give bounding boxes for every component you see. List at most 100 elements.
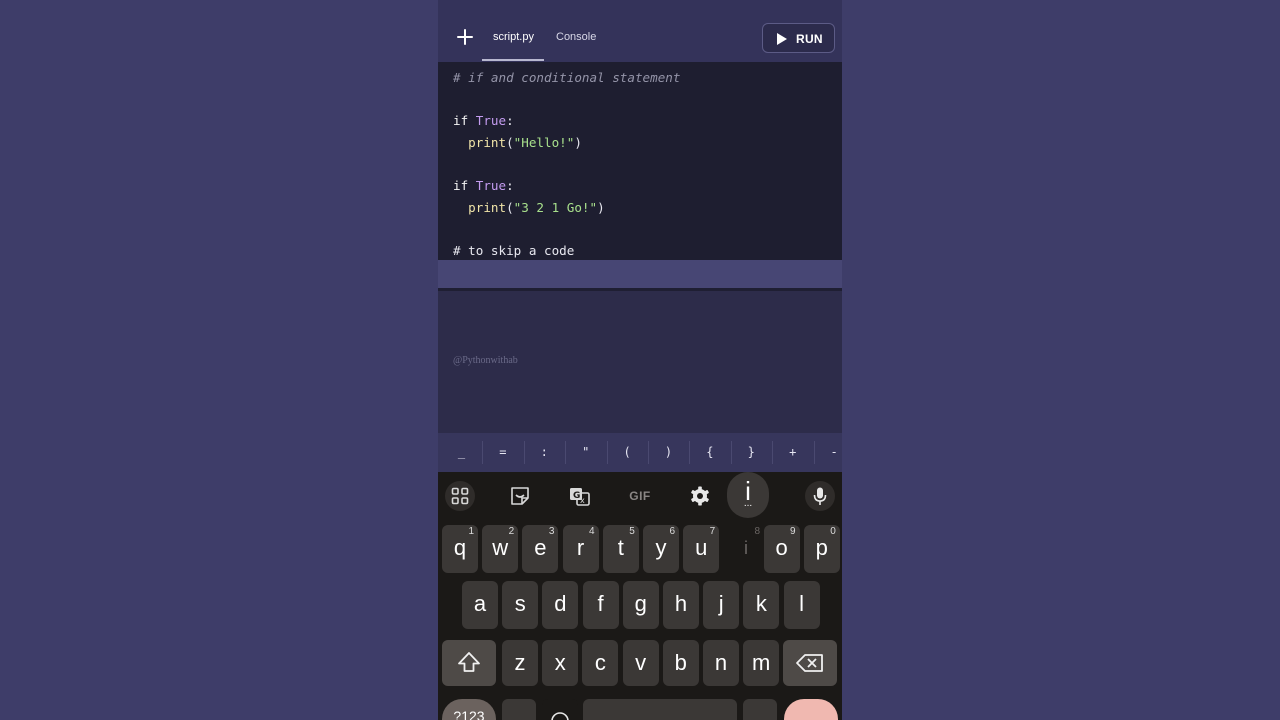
code-token: print — [453, 135, 507, 150]
key-p[interactable]: p0 — [803, 525, 840, 573]
key-i-pressed[interactable]: i8 — [728, 525, 764, 573]
code-line[interactable]: # to skip a code — [453, 243, 574, 258]
key-e[interactable]: e3 — [522, 525, 559, 573]
code-token: : — [506, 178, 514, 193]
apps-grid-icon[interactable] — [445, 481, 475, 511]
play-icon — [777, 33, 787, 45]
key-g[interactable]: g — [622, 581, 659, 629]
shift-key[interactable] — [442, 640, 496, 686]
key-s[interactable]: s — [502, 581, 539, 629]
code-token: True — [475, 178, 507, 193]
key-letter: p — [815, 535, 828, 560]
emoji-icon — [551, 712, 569, 720]
key-number-hint: 5 — [629, 526, 635, 537]
code-line[interactable]: if True: — [453, 178, 514, 193]
key-q[interactable]: q1 — [442, 525, 478, 573]
symbol-key[interactable]: - — [814, 433, 842, 472]
key-j[interactable]: j — [703, 581, 740, 629]
tab-console[interactable]: Console — [556, 31, 596, 43]
backspace-key[interactable] — [783, 640, 837, 686]
key-a[interactable]: a — [462, 581, 498, 629]
key-letter: w — [492, 535, 509, 560]
phone-screen: script.py Console RUN # if and condition… — [438, 0, 842, 720]
code-token: ) — [574, 135, 582, 150]
key-f[interactable]: f — [582, 581, 619, 629]
key-letter: u — [695, 535, 708, 560]
key-r[interactable]: r4 — [562, 525, 599, 573]
symbol-key[interactable]: ) — [648, 433, 689, 472]
symbol-key[interactable]: } — [731, 433, 772, 472]
symbol-separator — [648, 441, 649, 464]
editor-header: script.py Console RUN — [438, 0, 842, 62]
symbol-key[interactable]: = — [482, 433, 523, 472]
symbol-separator — [772, 441, 774, 464]
code-line[interactable]: if True: — [453, 113, 514, 128]
key-u[interactable]: u7 — [683, 525, 720, 573]
symbol-key[interactable]: " — [565, 433, 606, 472]
key-d[interactable]: d — [542, 581, 579, 629]
key-letter: i — [744, 538, 748, 558]
key-c[interactable]: c — [582, 640, 619, 686]
sticker-icon[interactable] — [505, 481, 535, 511]
code-line[interactable]: print("3 2 1 Go!") — [453, 200, 605, 215]
key-v[interactable]: v — [622, 640, 659, 686]
key-letter: r — [576, 535, 585, 560]
key-letter: e — [534, 535, 547, 560]
more-options-indicator: ... — [743, 498, 753, 509]
key-b[interactable]: b — [662, 640, 699, 686]
space-bar[interactable] — [583, 699, 737, 720]
key-m[interactable]: m — [743, 640, 780, 686]
console-panel: @Pythonwithab — [438, 291, 842, 433]
key-number-hint: 7 — [709, 526, 716, 537]
run-button-label: RUN — [796, 32, 823, 46]
code-editor[interactable]: # if and conditional statement if True: … — [438, 62, 842, 260]
symbol-key[interactable]: : — [524, 433, 565, 472]
code-token: if — [453, 178, 476, 193]
symbol-key[interactable]: ( — [607, 433, 648, 472]
current-line-highlight[interactable] — [438, 260, 842, 288]
key-l[interactable]: l — [783, 581, 820, 629]
key-z[interactable]: z — [502, 640, 538, 686]
symbol-key[interactable]: _ — [441, 433, 482, 472]
on-screen-keyboard: G x GIF ?123 q 1 w 2 e 3 r 4 t 5 y 6 u 7… — [438, 472, 842, 720]
symbol-key[interactable]: + — [772, 433, 813, 472]
symbol-key[interactable]: { — [689, 433, 730, 472]
enter-key[interactable] — [784, 699, 838, 720]
key-number-hint: 8 — [754, 526, 760, 537]
key-k[interactable]: k — [743, 581, 780, 629]
code-token: # to skip a code — [453, 243, 575, 258]
key-o[interactable]: o9 — [763, 525, 800, 573]
add-file-button[interactable] — [454, 26, 476, 48]
settings-gear-icon[interactable] — [685, 481, 715, 511]
gif-icon[interactable]: GIF — [625, 481, 655, 511]
key-letter: q — [453, 535, 467, 560]
key-n[interactable]: n — [703, 640, 739, 686]
key-h[interactable]: h — [663, 581, 699, 629]
code-token: ) — [597, 200, 605, 215]
period-key[interactable] — [743, 699, 777, 720]
translate-icon[interactable]: G x — [565, 481, 595, 511]
active-tab-indicator — [482, 59, 544, 61]
run-button[interactable]: RUN — [762, 23, 835, 53]
key-preview-popup: i ... — [727, 472, 769, 518]
symbols-key[interactable]: ?123 — [442, 699, 496, 720]
symbol-separator — [606, 441, 608, 464]
key-number-hint: 0 — [830, 526, 836, 537]
code-token: if — [453, 113, 476, 128]
code-line[interactable]: print("Hello!") — [453, 135, 582, 150]
symbol-separator — [689, 441, 691, 464]
key-x[interactable]: x — [542, 640, 579, 686]
emoji-key[interactable] — [542, 699, 578, 720]
key-w[interactable]: w2 — [482, 525, 519, 573]
comma-key[interactable] — [502, 699, 536, 720]
code-line[interactable]: # if and conditional statement — [453, 70, 680, 85]
code-token: print — [453, 200, 507, 215]
svg-text:x: x — [580, 496, 585, 505]
code-token: "Hello!" — [513, 135, 575, 150]
key-y[interactable]: y6 — [643, 525, 679, 573]
key-t[interactable]: t5 — [602, 525, 639, 573]
tab-script-py[interactable]: script.py — [493, 31, 534, 43]
microphone-icon[interactable] — [805, 481, 835, 511]
symbol-separator — [813, 441, 815, 464]
key-number-hint: 1 — [468, 526, 474, 537]
